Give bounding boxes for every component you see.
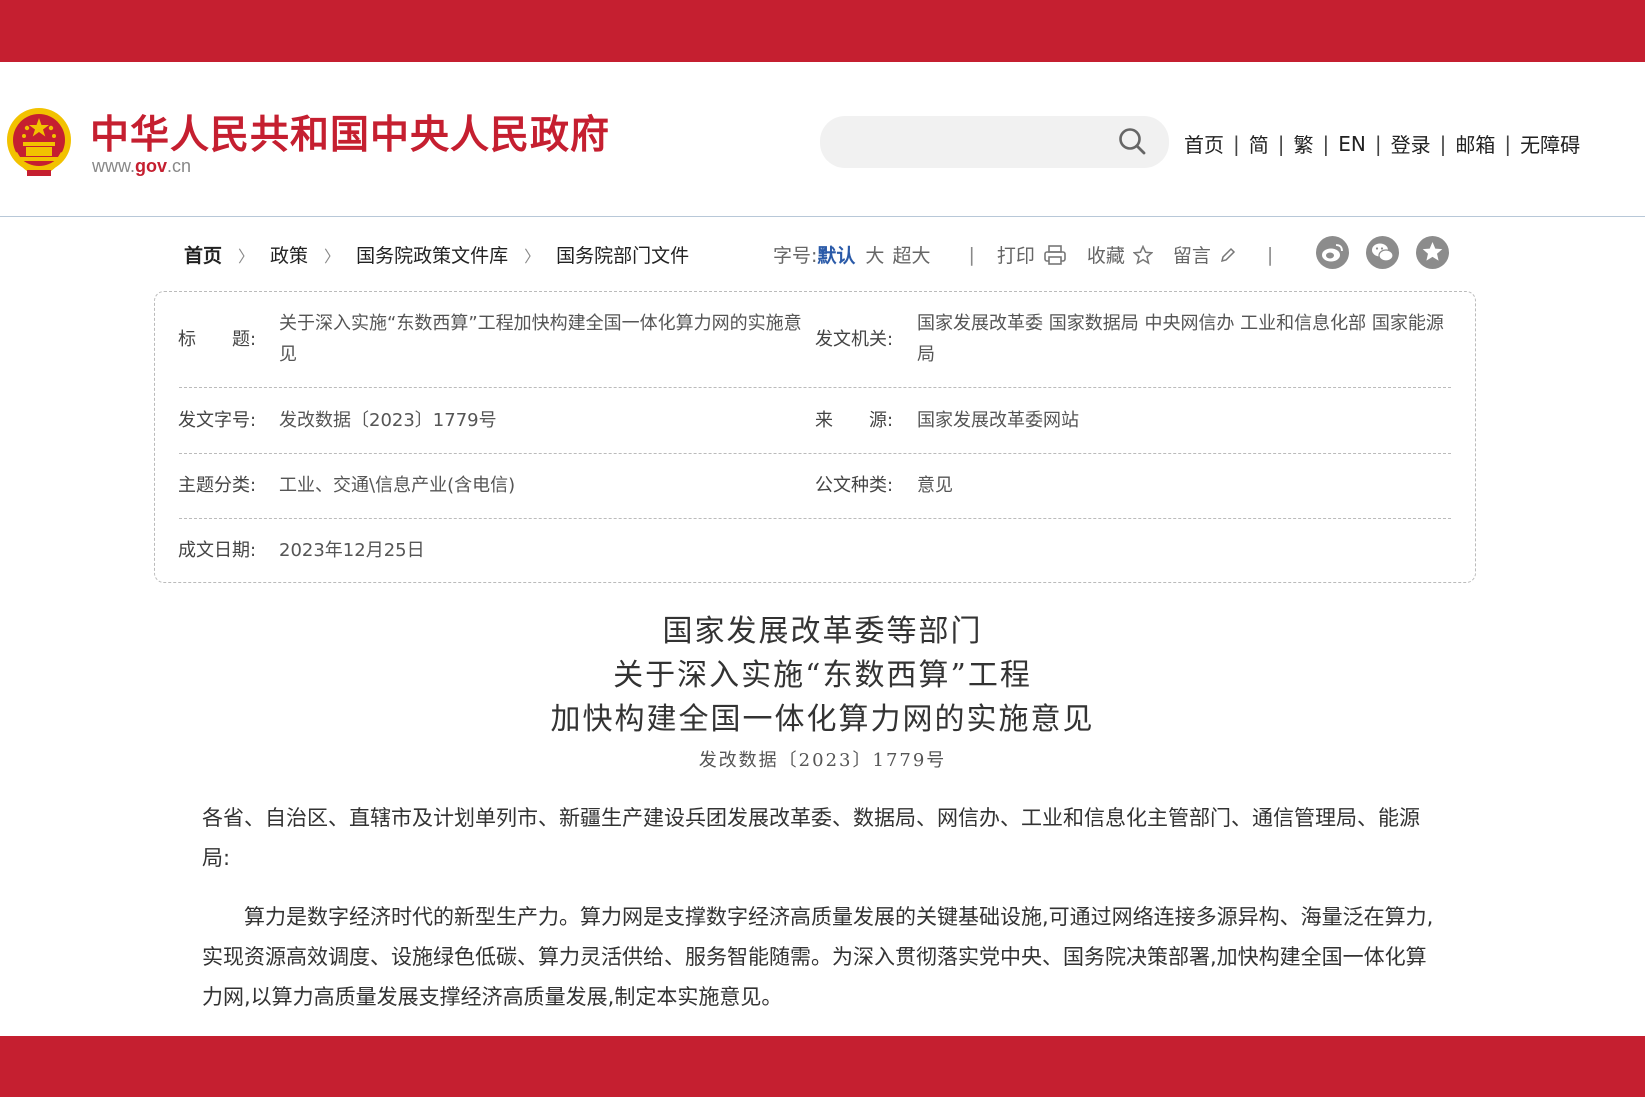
nav-separator: |: [1439, 131, 1447, 156]
site-url-brand: gov: [135, 156, 168, 176]
site-title[interactable]: 中华人民共和国中央人民政府: [90, 104, 610, 160]
search-icon[interactable]: [1117, 126, 1147, 156]
issuer-label: 发文机关:: [815, 329, 894, 350]
chevron-right-icon: 〉: [238, 246, 255, 266]
nav-mailbox[interactable]: 邮箱: [1455, 129, 1495, 158]
doc-type-label: 公文种类:: [815, 475, 894, 496]
doc-type-value: 意见: [917, 475, 953, 496]
document-title-line-1: 国家发展改革委等部门: [662, 614, 983, 649]
site-url-prefix: www.: [92, 156, 136, 176]
row-divider: [179, 387, 1451, 388]
article-tools: 字号: 默认 大 超大 | 打印 收藏 留言 |: [773, 241, 1295, 268]
breadcrumb: 首页 〉 政策 〉 国务院政策文件库 〉 国务院部门文件: [184, 241, 689, 268]
document-title-line-2: 关于深入实施“东数西算”工程: [613, 658, 1032, 693]
top-red-banner: [0, 0, 1645, 62]
nav-accessibility[interactable]: 无障碍: [1520, 129, 1580, 158]
font-size-default[interactable]: 默认: [817, 241, 855, 268]
date-value: 2023年12月25日: [279, 540, 425, 561]
doc-number-value: 发改数据〔2023〕1779号: [279, 410, 497, 431]
chevron-right-icon: 〉: [324, 246, 341, 266]
nav-separator: |: [1233, 131, 1240, 156]
nav-home[interactable]: 首页: [1184, 129, 1224, 158]
chevron-right-icon: 〉: [524, 246, 541, 266]
top-navigation: 首页 | 简 | 繁 | EN | 登录 | 邮箱 | 无障碍: [1184, 129, 1580, 158]
breadcrumb-home[interactable]: 首页: [184, 241, 222, 268]
font-size-label: 字号:: [773, 245, 818, 267]
favorite-star-icon[interactable]: [1416, 236, 1449, 269]
topic-value: 工业、交通\信息产业(含电信): [279, 475, 516, 496]
doc-number-label: 发文字号:: [178, 410, 257, 431]
nav-simplified[interactable]: 简: [1249, 129, 1269, 158]
document-salutation: 各省、自治区、直辖市及计划单列市、新疆生产建设兵团发展改革委、数据局、网信办、工…: [202, 806, 1420, 870]
national-emblem-icon[interactable]: [5, 106, 73, 178]
pencil-icon[interactable]: [1219, 246, 1237, 264]
document-paragraph: 算力是数字经济时代的新型生产力。算力网是支撑数字经济高质量发展的关键基础设施,可…: [202, 905, 1434, 1009]
nav-separator: |: [1504, 131, 1512, 156]
title-value: 关于深入实施“东数西算”工程加快构建全国一体化算力网的实施意见: [279, 313, 802, 365]
bottom-red-banner: [0, 1036, 1645, 1097]
row-divider: [179, 518, 1451, 519]
source-label: 来 源:: [815, 410, 894, 431]
print-icon[interactable]: [1043, 244, 1067, 266]
source-value: 国家发展改革委网站: [917, 410, 1079, 431]
nav-english[interactable]: EN: [1338, 132, 1366, 156]
star-icon[interactable]: [1132, 244, 1153, 265]
breadcrumb-policy[interactable]: 政策: [270, 241, 308, 268]
row-divider: [179, 453, 1451, 454]
site-url-suffix: .cn: [167, 156, 192, 176]
nav-login[interactable]: 登录: [1391, 129, 1431, 158]
tools-separator: |: [968, 243, 975, 266]
document-title-line-3: 加快构建全国一体化算力网的实施意见: [550, 702, 1095, 737]
issuer-value: 国家发展改革委 国家数据局 中央网信办 工业和信息化部 国家能源局: [917, 313, 1444, 365]
nav-traditional[interactable]: 繁: [1294, 129, 1314, 158]
title-label: 标 题:: [178, 329, 257, 350]
tools-separator: |: [1266, 243, 1274, 266]
topic-label: 主题分类:: [178, 475, 257, 496]
nav-separator: |: [1322, 131, 1330, 156]
document-number: 发改数据〔2023〕1779号: [698, 750, 947, 771]
font-size-xlarge[interactable]: 超大: [892, 241, 930, 268]
wechat-icon[interactable]: [1366, 236, 1399, 269]
favorite-button[interactable]: 收藏: [1087, 241, 1125, 268]
site-url: www.gov.cn: [92, 156, 191, 177]
breadcrumb-policy-library[interactable]: 国务院政策文件库: [356, 241, 508, 268]
nav-separator: |: [1277, 131, 1285, 156]
comment-button[interactable]: 留言: [1173, 241, 1211, 268]
breadcrumb-department-docs[interactable]: 国务院部门文件: [556, 241, 689, 268]
nav-separator: |: [1374, 131, 1382, 156]
font-size-large[interactable]: 大: [865, 241, 884, 268]
print-button[interactable]: 打印: [997, 241, 1035, 268]
weibo-icon[interactable]: [1316, 236, 1349, 269]
date-label: 成文日期:: [178, 540, 257, 561]
